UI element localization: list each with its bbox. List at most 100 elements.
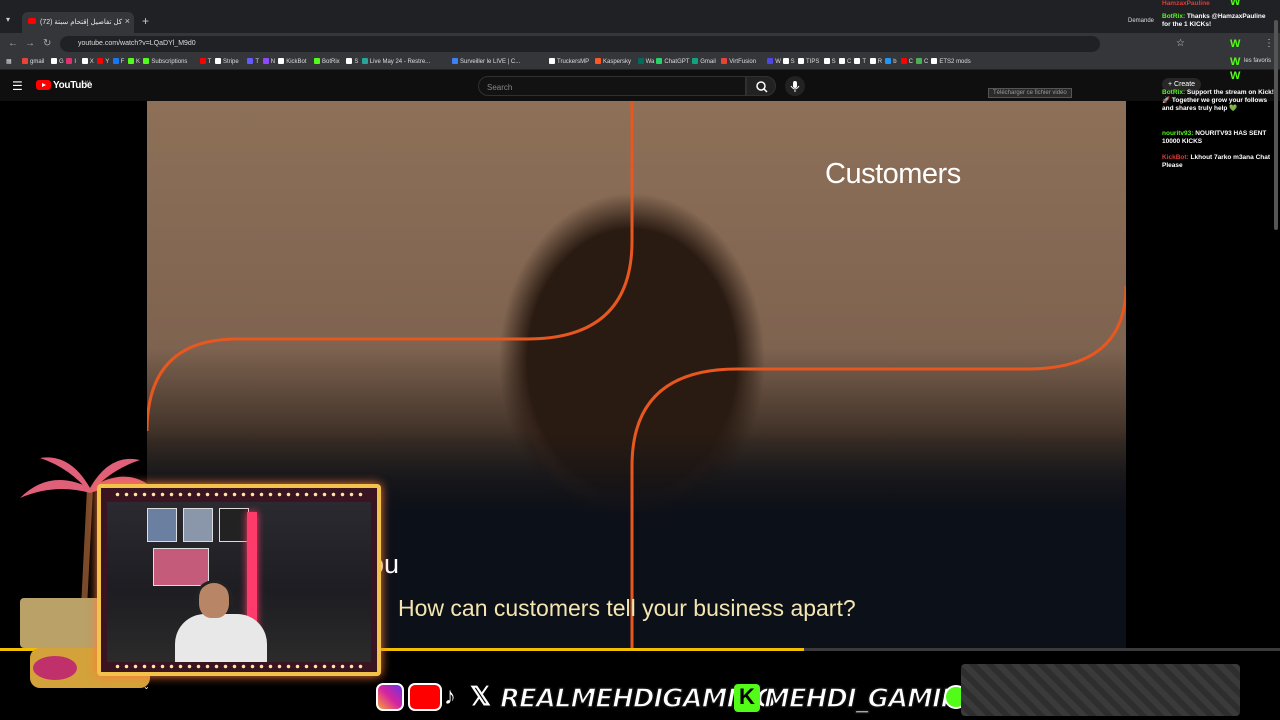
youtube-favicon-icon: [28, 18, 36, 24]
bookmark-favicon-icon: [549, 58, 555, 64]
bookmark-item[interactable]: S: [823, 58, 836, 65]
bookmark-favicon-icon: [262, 58, 269, 64]
bookmark-label: KickBot: [286, 59, 307, 65]
bookmark-favicon-icon: [361, 58, 368, 64]
bookmark-item[interactable]: Stripe: [215, 58, 239, 65]
hamburger-menu-icon[interactable]: ☰: [12, 79, 23, 93]
wall-poster: [153, 548, 209, 586]
bookmark-item[interactable]: X: [81, 58, 94, 65]
bookmark-label: W: [775, 59, 781, 65]
streamer-body: [175, 614, 267, 662]
bookmark-item[interactable]: N: [262, 58, 275, 65]
url-text: youtube.com/watch?v=LQaDYl_M9d0: [78, 40, 196, 47]
bookmark-item[interactable]: T: [199, 58, 211, 65]
bookmark-item[interactable]: Wa: [637, 58, 654, 65]
bookmark-item[interactable]: TruckersMP: [549, 58, 589, 65]
w-mark: W: [1230, 56, 1241, 68]
chat-username: BotRix:: [1162, 89, 1186, 96]
youtube-logo-icon[interactable]: [36, 80, 51, 90]
bookmark-item[interactable]: Live May 24 - Restre...: [361, 58, 431, 65]
page-scrollbar[interactable]: [1274, 20, 1278, 230]
bookmark-item[interactable]: Y: [97, 58, 109, 65]
bookmark-label: Live May 24 - Restre...: [369, 59, 431, 65]
bookmark-label: G: [59, 59, 64, 65]
bookmark-item[interactable]: R: [869, 58, 882, 65]
bookmark-item[interactable]: C: [916, 58, 928, 65]
bookmark-favicon-icon: [22, 58, 28, 64]
bookmark-label: ETS2 mods: [939, 59, 971, 65]
bookmark-label: gmail: [30, 59, 45, 65]
bookmark-item[interactable]: S: [782, 58, 795, 65]
chevron-down-icon[interactable]: ⌄: [143, 682, 150, 691]
download-video-tooltip[interactable]: Télécharger ce fichier vidéo: [988, 88, 1072, 98]
bookmark-favicon-icon: [278, 58, 285, 64]
bookmark-item[interactable]: K: [128, 58, 140, 65]
bookmark-favicon-icon: [839, 58, 845, 64]
bookmark-item[interactable]: TIPS: [798, 58, 819, 65]
video-subtitle: How can customers tell your business apa…: [398, 595, 856, 621]
bookmark-item[interactable]: S: [346, 58, 358, 65]
url-field[interactable]: youtube.com/watch?v=LQaDYl_M9d0: [60, 36, 1100, 52]
webcam-frame: [97, 484, 381, 676]
bookmark-label: TIPS: [806, 59, 820, 65]
bookmark-favicon-icon: [931, 58, 938, 64]
kick-icon: K: [734, 684, 760, 712]
voice-search-button[interactable]: [785, 76, 805, 96]
bookmark-favicon-icon: [97, 58, 104, 64]
bookmark-item[interactable]: ETS2 mods: [931, 58, 971, 65]
country-code: MA: [85, 79, 91, 84]
bookmark-item[interactable]: G: [51, 58, 64, 65]
bookmark-item[interactable]: Subscriptions: [143, 58, 187, 65]
socials-banner: ♪ 𝕏 REALMEHDIGAMING K MEHDI_GAMING: [376, 681, 984, 715]
bookmark-favicon-icon: [51, 58, 57, 64]
new-tab-button[interactable]: +: [142, 14, 149, 28]
bookmark-label: S: [831, 59, 836, 65]
bookmark-favicon-icon: [637, 58, 644, 64]
bookmark-item[interactable]: Surveiller le LIVE | C...: [452, 58, 520, 65]
browser-tab[interactable]: (72) كل تفاصيل إقتحام سبتة ×: [22, 12, 134, 33]
bookmark-favicon-icon: [595, 58, 601, 64]
bookmark-item[interactable]: ChatGPT: [656, 58, 689, 65]
extension-popup-label[interactable]: Demande: [1128, 18, 1154, 24]
frame-lights-bottom: [113, 664, 363, 669]
search-icon: [756, 81, 768, 93]
chat-message: KickBot: Lkhout 7arko m3ana Chat Please: [1162, 154, 1274, 170]
bookmark-item[interactable]: BotRix: [314, 58, 340, 65]
bookmark-item[interactable]: F: [112, 58, 125, 65]
headset: [195, 580, 233, 606]
reload-icon[interactable]: ↻: [43, 38, 51, 49]
bookmark-favicon-icon: [854, 58, 861, 64]
bookmark-item[interactable]: Kaspersky: [595, 58, 631, 65]
x-icon: 𝕏: [470, 681, 491, 711]
tab-list-chevron-icon[interactable]: ▾: [6, 15, 10, 24]
bookmark-item[interactable]: b: [885, 58, 897, 65]
bookmark-item[interactable]: C: [900, 58, 913, 65]
stream-chat-overlay: HamzaxPauline W BotRix: Thanks @HamzaxPa…: [1160, 0, 1276, 176]
w-mark: W: [1230, 70, 1241, 82]
back-icon[interactable]: ←: [8, 38, 18, 49]
apps-grid-icon[interactable]: ▦: [6, 58, 12, 65]
bookmark-item[interactable]: I: [66, 58, 76, 65]
forward-icon[interactable]: →: [25, 38, 35, 49]
bookmark-item[interactable]: KickBot: [278, 58, 307, 65]
search-button[interactable]: [746, 76, 776, 96]
chat-username: HamzaxPauline: [1162, 0, 1210, 7]
bookmark-favicon-icon: [656, 58, 663, 64]
bookmark-item[interactable]: VirtFusion: [721, 58, 756, 65]
bookmark-item[interactable]: gmail: [22, 58, 44, 65]
bookmark-favicon-icon: [143, 58, 150, 64]
chat-username: BotRix:: [1162, 13, 1186, 20]
search-input[interactable]: [479, 78, 745, 97]
bookmark-item[interactable]: T: [854, 58, 866, 65]
bookmarks-bar: ▦ gmail G I X Y F K Subscriptions T Stripe T N KickB…: [0, 55, 1280, 70]
bookmark-item[interactable]: T: [247, 58, 259, 65]
bookmark-item[interactable]: W: [767, 58, 781, 65]
bookmark-favicon-icon: [452, 58, 458, 64]
bookmark-favicon-icon: [767, 58, 774, 64]
close-tab-icon[interactable]: ×: [125, 16, 130, 26]
wall-poster: [183, 508, 213, 542]
bookmark-item[interactable]: C: [839, 58, 851, 65]
bookmark-item[interactable]: Gmail: [692, 58, 716, 65]
bookmark-label: BotRix: [322, 59, 340, 65]
bookmark-label: F: [120, 59, 125, 65]
